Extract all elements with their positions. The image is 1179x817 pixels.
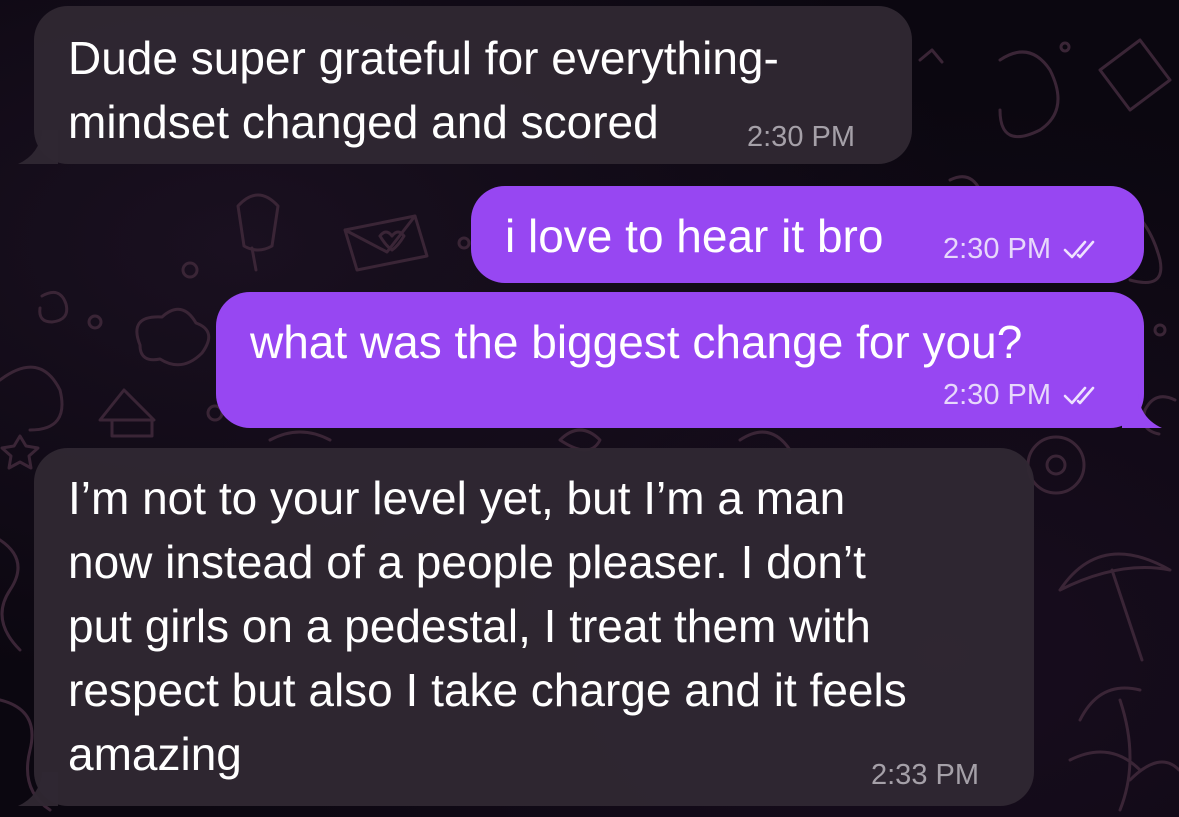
- message-timestamp: 2:30 PM: [747, 121, 855, 153]
- timestamp-text: 2:30 PM: [943, 233, 1051, 265]
- read-double-check-icon: [1063, 240, 1095, 259]
- message-timestamp: 2:33 PM: [871, 759, 979, 791]
- message-text: what was the biggest change for you?: [250, 316, 1023, 368]
- read-double-check-icon: [1063, 386, 1095, 405]
- incoming-message-bubble[interactable]: I’m not to your level yet, but I’m a man…: [34, 448, 1034, 806]
- incoming-bubble-tail: [18, 130, 58, 164]
- incoming-bubble-tail: [18, 772, 58, 806]
- outgoing-message-bubble[interactable]: what was the biggest change for you? 2:3…: [216, 292, 1144, 428]
- outgoing-message-bubble[interactable]: i love to hear it bro 2:30 PM: [471, 186, 1144, 283]
- message-timestamp: 2:30 PM: [943, 378, 1097, 412]
- message-text: I’m not to your level yet, but I’m a man…: [68, 472, 907, 780]
- message-timestamp: 2:30 PM: [943, 232, 1097, 266]
- outgoing-bubble-tail: [1122, 394, 1162, 428]
- incoming-message-bubble[interactable]: Dude super grateful for everything- mind…: [34, 6, 912, 164]
- chat-view: Dude super grateful for everything- mind…: [0, 0, 1179, 817]
- timestamp-text: 2:30 PM: [943, 379, 1051, 411]
